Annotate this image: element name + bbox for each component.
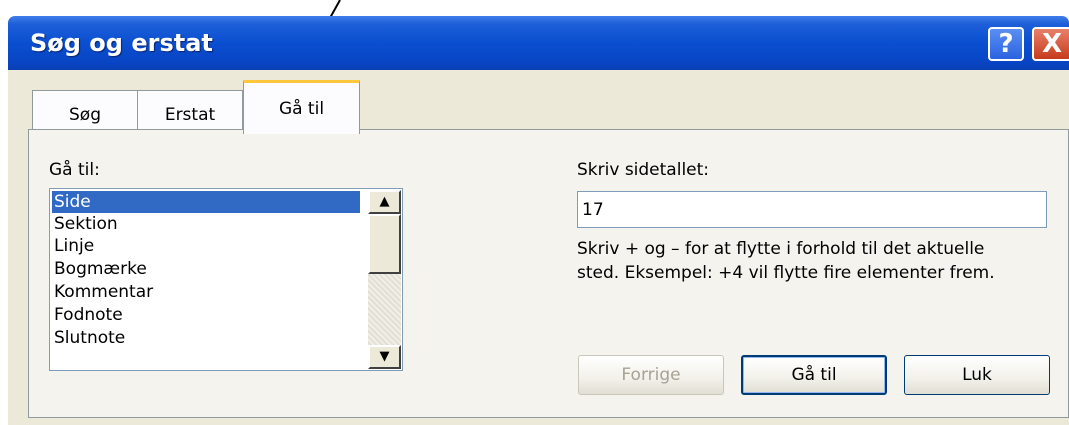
help-button[interactable]: ? <box>988 27 1024 61</box>
dialog-body: Søg Erstat Gå til Gå til: Side Sektion L… <box>8 70 1069 425</box>
arrow-up-icon: ▲ <box>379 194 390 209</box>
window-title: Søg og erstat <box>30 29 213 57</box>
tab-goto[interactable]: Gå til <box>243 80 360 134</box>
list-item[interactable]: Kommentar <box>52 281 153 303</box>
list-item[interactable]: Fodnote <box>52 304 123 326</box>
help-icon: ? <box>998 29 1014 59</box>
scroll-up-button[interactable]: ▲ <box>368 190 401 214</box>
list-item[interactable]: Side <box>52 191 360 213</box>
list-item[interactable]: Sektion <box>52 213 118 235</box>
list-item[interactable]: Linje <box>52 235 94 257</box>
page-number-input[interactable] <box>577 191 1047 228</box>
arrow-down-icon: ▼ <box>379 349 390 364</box>
tab-replace[interactable]: Erstat <box>137 90 243 132</box>
hint-line: sted. Eksempel: +4 vil flytte fire eleme… <box>577 263 995 283</box>
title-bar: Søg og erstat ? X <box>8 16 1069 70</box>
close-window-button[interactable]: X <box>1032 27 1069 61</box>
goto-panel: Gå til: Side Sektion Linje Bogmærke Komm… <box>28 129 1069 418</box>
close-button[interactable]: Luk <box>904 355 1050 395</box>
scroll-down-button[interactable]: ▼ <box>368 345 401 369</box>
hint-line: Skriv + og – for at flytte i forhold til… <box>577 239 985 259</box>
tab-replace-label: Erstat <box>164 105 216 125</box>
list-scrollbar[interactable]: ▲ ▼ <box>368 190 401 369</box>
close-icon: X <box>1041 29 1063 59</box>
goto-list-label: Gå til: <box>49 160 100 180</box>
goto-target-listbox[interactable]: Side Sektion Linje Bogmærke Kommentar Fo… <box>49 188 403 371</box>
list-item[interactable]: Slutnote <box>52 327 125 349</box>
goto-button[interactable]: Gå til <box>741 355 887 395</box>
page-number-label: Skriv sidetallet: <box>577 160 710 180</box>
previous-button[interactable]: Forrige <box>578 355 724 395</box>
list-item[interactable]: Bogmærke <box>52 258 147 280</box>
tab-goto-label: Gå til <box>278 99 325 119</box>
tab-search[interactable]: Søg <box>32 90 138 132</box>
tab-search-label: Søg <box>69 105 101 125</box>
scroll-thumb[interactable] <box>368 214 401 274</box>
screenshot-root: Søg og erstat ? X Søg Erstat Gå til Gå t… <box>0 0 1069 425</box>
goto-hint-text: Skriv + og – for at flytte i forhold til… <box>577 237 1057 285</box>
